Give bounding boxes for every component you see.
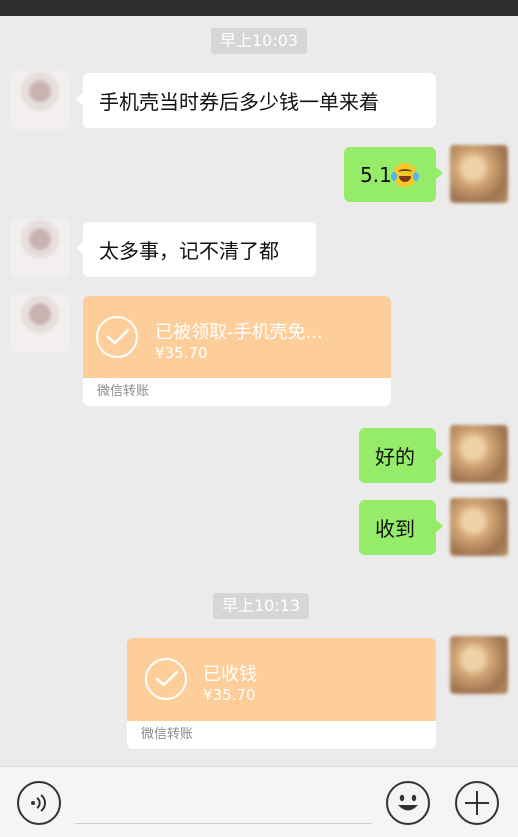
- voice-button[interactable]: [17, 781, 61, 825]
- message-input[interactable]: [75, 823, 372, 824]
- transfer-card-body: 已收钱 ¥35.70: [127, 638, 436, 721]
- status-bar: [0, 0, 518, 16]
- message-text: 好的: [375, 445, 415, 469]
- message-outgoing[interactable]: 5.1: [344, 147, 443, 202]
- avatar-self[interactable]: [450, 145, 508, 203]
- check-circle-icon: [145, 658, 187, 700]
- more-button[interactable]: [455, 781, 499, 825]
- transfer-title: 已收钱: [203, 664, 257, 685]
- check-circle-icon: [96, 316, 138, 358]
- avatar-contact[interactable]: [11, 71, 69, 129]
- transfer-card-collected[interactable]: 已收钱 ¥35.70 微信转账: [127, 638, 436, 749]
- timestamp-1: 早上10:03: [211, 28, 308, 54]
- message-outgoing[interactable]: 好的: [359, 428, 443, 483]
- message-outgoing[interactable]: 收到: [359, 500, 443, 555]
- transfer-card-received[interactable]: 已被领取-手机壳免... ¥35.70 微信转账: [83, 296, 391, 406]
- avatar-contact[interactable]: [11, 219, 69, 277]
- emoji-icon: [398, 794, 418, 811]
- emoji-button[interactable]: [386, 781, 430, 825]
- message-incoming[interactable]: 手机壳当时券后多少钱一单来着: [76, 73, 436, 128]
- avatar-contact[interactable]: [11, 294, 69, 352]
- transfer-footer: 微信转账: [83, 378, 391, 406]
- message-text: 手机壳当时券后多少钱一单来着: [99, 90, 379, 114]
- transfer-footer: 微信转账: [127, 721, 436, 749]
- crying-laughing-emoji-icon: [390, 162, 419, 187]
- transfer-amount: ¥35.70: [203, 686, 256, 704]
- message-text: 5.1: [360, 162, 392, 187]
- plus-icon: [465, 791, 489, 815]
- timestamp-2: 早上10:13: [213, 593, 310, 619]
- avatar-self[interactable]: [450, 636, 508, 694]
- message-text: 太多事，记不清了都: [99, 239, 279, 263]
- message-text: 收到: [375, 517, 415, 541]
- transfer-title: 已被领取-手机壳免...: [155, 322, 323, 343]
- transfer-card-body: 已被领取-手机壳免... ¥35.70: [83, 296, 391, 378]
- avatar-self[interactable]: [450, 425, 508, 483]
- input-bar: [0, 766, 518, 837]
- message-incoming[interactable]: 太多事，记不清了都: [76, 222, 316, 277]
- avatar-self[interactable]: [450, 498, 508, 556]
- transfer-amount: ¥35.70: [155, 344, 208, 362]
- voice-icon: [31, 794, 46, 812]
